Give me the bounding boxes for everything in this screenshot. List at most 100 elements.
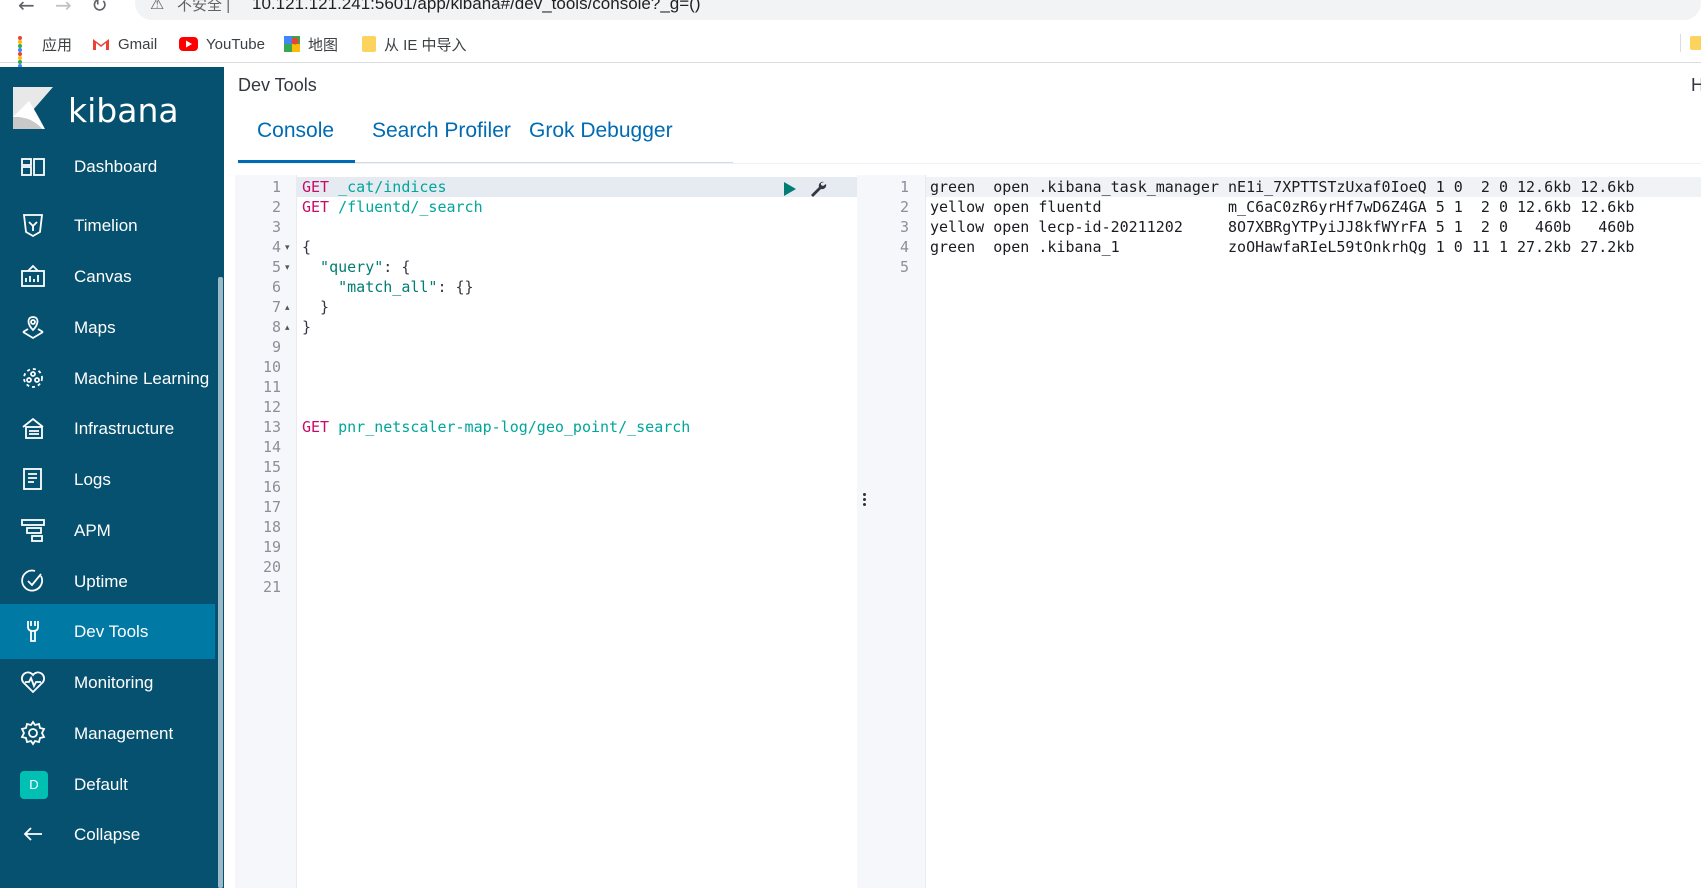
maps-icon — [22, 316, 44, 340]
bookmarks-bar: 应用 Gmail YouTube 地图 从 IE 中导入 — [0, 26, 1701, 72]
maps-pin-icon — [284, 36, 300, 52]
line-number: 5 — [899, 258, 909, 276]
bookmark-maps[interactable]: 地图 — [284, 34, 338, 54]
line-number: 12 — [262, 398, 281, 416]
output-line: yellow open lecp-id-20211202 8O7XBRgYTPy… — [930, 218, 1635, 236]
sidebar-item-logs[interactable]: Logs — [0, 452, 215, 507]
tabs-divider — [238, 163, 1701, 164]
line-number: 4 — [271, 238, 281, 256]
pane-resizer[interactable] — [857, 175, 873, 888]
line-number: 20 — [262, 558, 281, 576]
gmail-icon — [93, 39, 109, 50]
sidebar-item-timelion[interactable]: Timelion — [0, 198, 215, 253]
code-line: } — [302, 318, 312, 336]
sidebar-item-canvas[interactable]: Canvas — [0, 249, 215, 304]
tab-grok-debugger[interactable]: Grok Debugger — [529, 119, 673, 143]
bookmark-apps[interactable]: 应用 — [18, 34, 72, 72]
folder-icon — [362, 36, 376, 52]
sidebar-item-infrastructure[interactable]: Infrastructure — [0, 401, 215, 456]
fold-close-icon[interactable]: ▴ — [285, 297, 290, 317]
logs-icon — [23, 468, 42, 490]
sidebar-item-management[interactable]: Management — [0, 706, 215, 761]
fold-open-icon[interactable]: ▾ — [285, 257, 290, 277]
code-line: "match_all": {} — [302, 278, 474, 296]
space-avatar: D — [20, 771, 48, 799]
browser-address-bar: ← → ↻ ⚠ 不安全 | 10.121.121.241:5601/app/ki… — [0, 0, 1701, 20]
output-line: yellow open fluentd m_C6aC0zR6yrHf7wD6Z4… — [930, 198, 1635, 216]
sidebar-item-machine-learning[interactable]: Machine Learning — [0, 351, 215, 406]
header-cut-text: H — [1691, 75, 1701, 95]
output-gutter — [873, 175, 926, 888]
apm-icon — [21, 519, 45, 542]
fold-close-icon[interactable]: ▴ — [285, 317, 290, 337]
url-text[interactable]: 10.121.121.241:5601/app/kibana#/dev_tool… — [252, 0, 701, 14]
drag-handle-icon[interactable] — [863, 493, 867, 508]
monitoring-icon — [21, 671, 45, 694]
page-title: Dev Tools — [238, 75, 317, 95]
output-line: green open .kibana_task_manager nE1i_7XP… — [930, 178, 1635, 196]
wrench-icon[interactable] — [809, 180, 827, 198]
other-bookmarks-folder-icon[interactable] — [1690, 36, 1701, 50]
line-number: 3 — [899, 218, 909, 236]
line-number: 11 — [262, 378, 281, 396]
line-number: 17 — [262, 498, 281, 516]
main-content: Dev Tools H Console Search Profiler Grok… — [224, 67, 1701, 888]
canvas-icon — [21, 264, 45, 287]
line-number: 10 — [262, 358, 281, 376]
bookmark-gmail[interactable]: Gmail — [92, 34, 157, 54]
line-number: 8 — [271, 318, 281, 336]
forward-icon[interactable]: → — [55, 0, 72, 17]
machine-learning-icon — [23, 368, 43, 388]
kibana-sidebar: kibana Dashboard Timelion Canvas Maps Ma… — [0, 67, 224, 888]
youtube-icon — [179, 37, 198, 51]
bookmark-ie-import[interactable]: 从 IE 中导入 — [362, 34, 467, 54]
line-number: 5 — [271, 258, 281, 276]
line-number: 3 — [271, 218, 281, 236]
line-number: 19 — [262, 538, 281, 556]
apps-grid-icon — [18, 36, 34, 72]
line-number: 2 — [271, 198, 281, 216]
code-line: } — [302, 298, 330, 316]
sidebar-item-default-space[interactable]: D Default — [0, 757, 215, 812]
sidebar-item-monitoring[interactable]: Monitoring — [0, 655, 215, 710]
request-editor[interactable]: 1 2 3 4 5 6 7 8 9 10 11 12 13 14 15 16 1… — [235, 175, 857, 888]
reload-icon[interactable]: ↻ — [91, 0, 108, 17]
uptime-icon — [21, 569, 43, 592]
sidebar-item-apm[interactable]: APM — [0, 503, 215, 558]
code-line: GET _cat/indices — [302, 178, 447, 196]
line-number: 1 — [271, 178, 281, 196]
line-number: 6 — [271, 278, 281, 296]
arrow-left-icon — [23, 827, 42, 841]
line-number: 16 — [262, 478, 281, 496]
sidebar-item-collapse[interactable]: Collapse — [0, 807, 215, 862]
code-line: GET pnr_netscaler-map-log/geo_point/_sea… — [302, 418, 691, 436]
tab-console[interactable]: Console — [257, 119, 334, 143]
sidebar-item-maps[interactable]: Maps — [0, 300, 215, 355]
line-number: 4 — [899, 238, 909, 256]
line-number: 9 — [271, 338, 281, 356]
infrastructure-icon — [22, 417, 44, 439]
response-output[interactable]: 1 2 3 4 5 green open .kibana_task_manage… — [873, 175, 1701, 888]
back-icon[interactable]: ← — [18, 0, 35, 17]
timelion-icon — [22, 214, 44, 238]
play-icon[interactable] — [783, 181, 797, 197]
line-number: 13 — [262, 418, 281, 436]
tab-search-profiler[interactable]: Search Profiler — [372, 119, 511, 143]
code-line: GET /fluentd/_search — [302, 198, 483, 216]
sidebar-scrollbar[interactable] — [218, 277, 223, 888]
sidebar-item-uptime[interactable]: Uptime — [0, 554, 215, 609]
bookmark-youtube[interactable]: YouTube — [179, 34, 265, 54]
gear-icon — [20, 720, 46, 746]
line-number: 7 — [271, 298, 281, 316]
line-number: 18 — [262, 518, 281, 536]
kibana-wordmark: kibana — [68, 91, 179, 130]
output-line: green open .kibana_1 zoOHawfaRIeL59tOnkr… — [930, 238, 1635, 256]
security-label: 不安全 | — [177, 0, 231, 14]
code-line: { — [302, 238, 312, 256]
sidebar-item-dev-tools[interactable]: Dev Tools — [0, 604, 215, 659]
fold-open-icon[interactable]: ▾ — [285, 237, 290, 257]
code-line: "query": { — [302, 258, 411, 276]
warning-icon: ⚠ — [150, 0, 165, 13]
line-number: 21 — [262, 578, 281, 596]
active-tab-indicator — [238, 160, 355, 163]
